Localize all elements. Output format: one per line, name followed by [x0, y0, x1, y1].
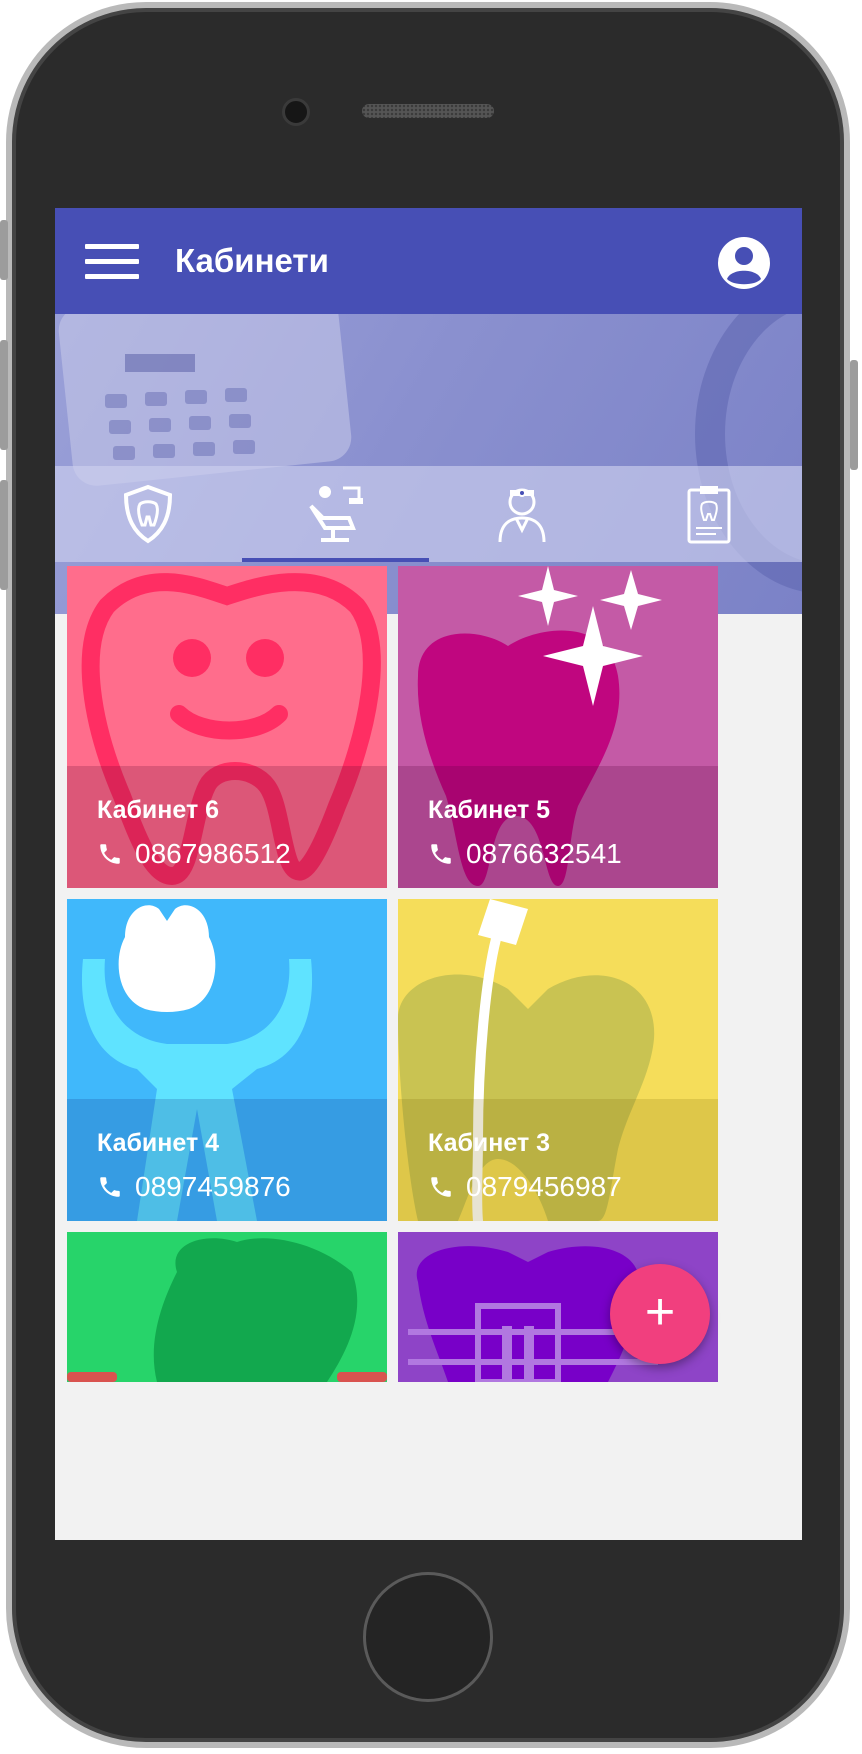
cabinet-phone: 0879456987: [428, 1171, 622, 1203]
cabinet-name: Кабинет 4: [97, 1129, 220, 1157]
app-bar: Кабинети: [55, 208, 802, 314]
cabinet-phone: 0897459876: [97, 1171, 291, 1203]
tooth-shield-icon: [124, 484, 173, 544]
tooth-icon: [67, 1238, 387, 1382]
card-info-panel: Кабинет 3 0879456987: [398, 1099, 718, 1221]
tab-dental-protection[interactable]: [55, 466, 242, 562]
tab-bar: [55, 466, 802, 562]
cabinet-card[interactable]: Кабинет 6 0867986512: [67, 566, 387, 888]
banner-keypad-graphic: [105, 354, 255, 460]
cabinet-phone-number: 0867986512: [135, 838, 291, 869]
cabinet-phone-number: 0876632541: [466, 838, 622, 869]
volume-up-button: [0, 340, 8, 450]
phone-icon: [100, 1177, 120, 1197]
page-title: Кабинети: [175, 242, 329, 279]
dentist-icon: [498, 488, 546, 543]
volume-down-button: [0, 480, 8, 590]
card-info-panel: Кабинет 6 0867986512: [67, 766, 387, 888]
card-info-panel: Кабинет 5 0876632541: [398, 766, 718, 888]
tab-cabinets[interactable]: [241, 466, 429, 562]
phone-icon: [431, 844, 451, 864]
app-screen: Кабинети Кабинет 6 0867986512 Кабинет 5 …: [55, 208, 802, 1540]
cabinet-phone: 0867986512: [97, 838, 291, 870]
cabinet-name: Кабинет 3: [428, 1129, 551, 1157]
tab-dentists[interactable]: [429, 466, 616, 562]
cabinet-phone-number: 0897459876: [135, 1171, 291, 1202]
cabinet-phone-number: 0879456987: [466, 1171, 622, 1202]
dental-clipboard-icon: [687, 486, 731, 544]
front-camera: [282, 98, 310, 126]
hamburger-menu-icon[interactable]: [85, 244, 139, 280]
cabinet-name: Кабинет 6: [97, 796, 220, 824]
account-circle-icon[interactable]: [717, 236, 771, 290]
cabinet-card[interactable]: [67, 1232, 387, 1382]
card-info-panel: Кабинет 4 0897459876: [67, 1099, 387, 1221]
cabinet-card[interactable]: Кабинет 5 0876632541: [398, 566, 718, 888]
cabinet-card[interactable]: Кабинет 4 0897459876: [67, 899, 387, 1221]
home-button[interactable]: [363, 1572, 493, 1702]
phone-icon: [100, 844, 120, 864]
power-button: [850, 360, 858, 470]
mute-switch: [0, 220, 8, 280]
cabinet-phone: 0876632541: [428, 838, 622, 870]
add-cabinet-button[interactable]: +: [610, 1264, 710, 1364]
phone-icon: [431, 1177, 451, 1197]
tab-records[interactable]: [615, 466, 802, 562]
earpiece-speaker: [362, 104, 494, 118]
dental-chair-icon: [309, 486, 364, 542]
cabinet-card[interactable]: Кабинет 3 0879456987: [398, 899, 718, 1221]
cabinet-name: Кабинет 5: [428, 796, 551, 824]
